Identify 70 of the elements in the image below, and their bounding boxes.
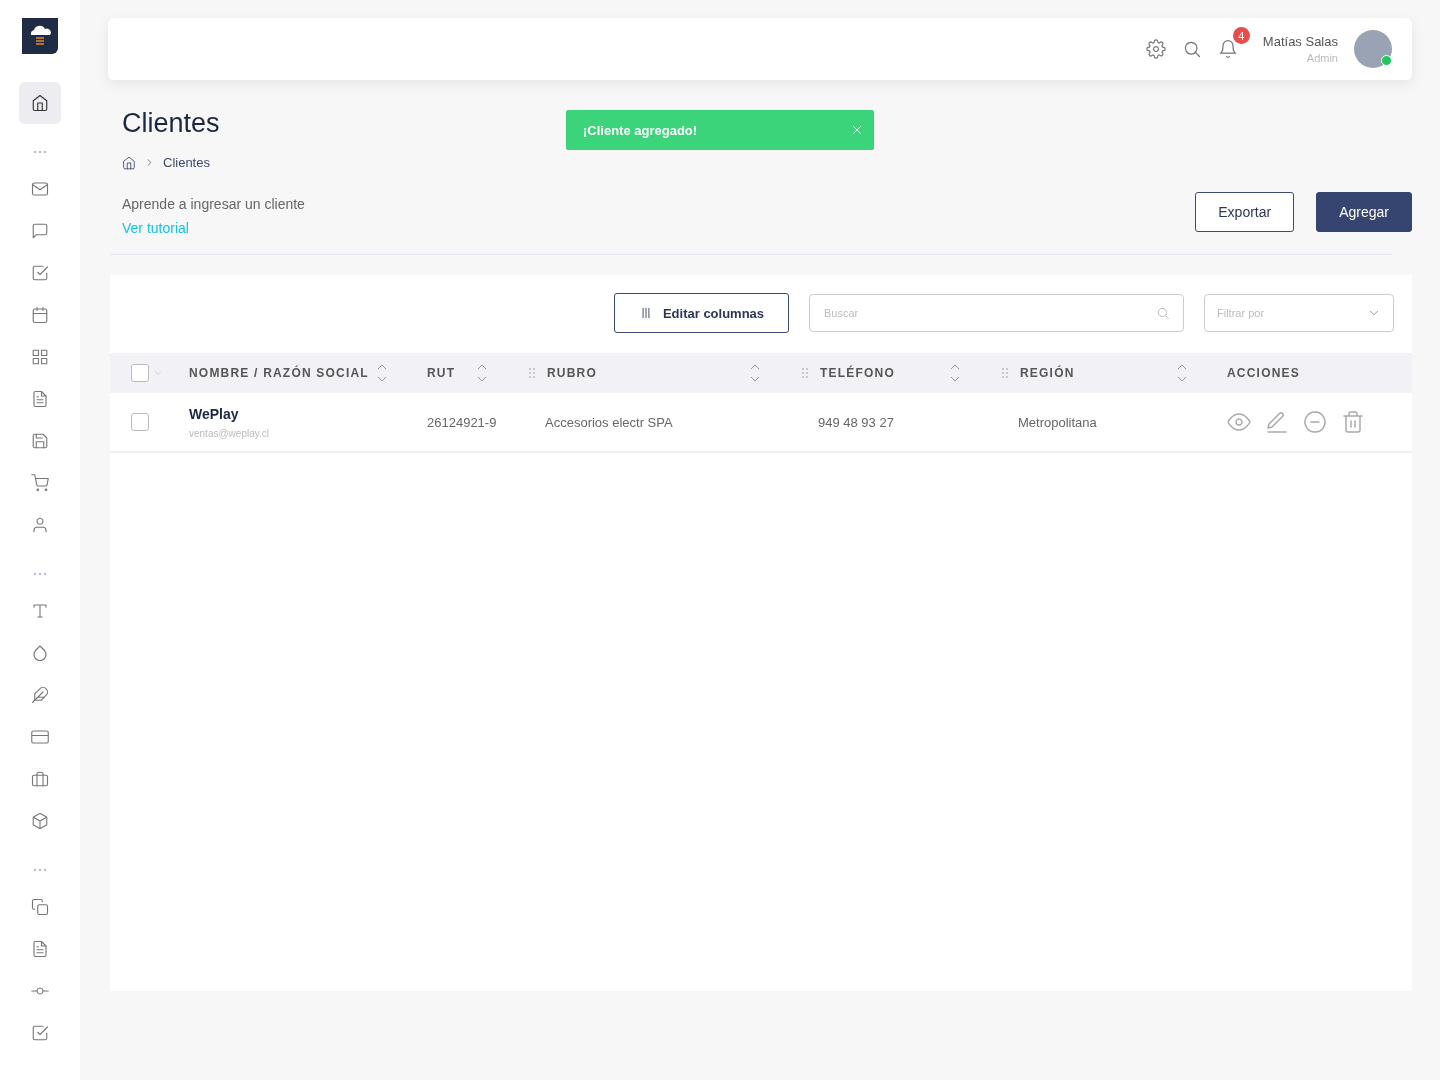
drag-handle-icon[interactable]	[1002, 367, 1008, 379]
close-button[interactable]	[850, 123, 864, 137]
sort-icon[interactable]	[477, 364, 487, 382]
edit-button[interactable]	[1265, 410, 1289, 434]
drag-handle-icon[interactable]	[802, 367, 808, 379]
edit-columns-button[interactable]: Editar columnas	[614, 293, 789, 333]
table-cell: 949 48 93 27	[818, 415, 894, 430]
briefcase-icon	[31, 770, 49, 788]
user-name: Matías Salas	[1262, 34, 1338, 49]
add-button[interactable]: Agregar	[1316, 192, 1412, 232]
calendar-icon	[31, 306, 49, 324]
more-dots-icon	[33, 150, 47, 154]
text-icon	[31, 602, 49, 620]
column-header[interactable]: REGIÓN	[1000, 364, 1187, 382]
notification-badge: 4	[1232, 27, 1250, 44]
user-role: Admin	[1306, 52, 1338, 64]
column-header[interactable]: NOMBRE / RAZÓN SOCIAL	[189, 364, 387, 382]
eye-button[interactable]	[1227, 410, 1251, 434]
checkbox[interactable]	[131, 364, 149, 382]
breadcrumb-item[interactable]: Clientes	[163, 155, 210, 170]
more-dots-icon	[33, 868, 47, 872]
settings-icon	[1145, 39, 1166, 59]
table-cell: 26124921-9	[427, 415, 497, 430]
toast-message: ¡Cliente agregado!	[583, 122, 698, 138]
column-header[interactable]: TELÉFONO	[800, 364, 960, 382]
export-button[interactable]: Exportar	[1195, 192, 1295, 232]
column-header[interactable]: RUBRO	[527, 364, 760, 382]
sort-icon[interactable]	[950, 364, 960, 382]
document-icon	[31, 940, 49, 958]
grid-icon	[31, 348, 49, 366]
chat-icon	[31, 222, 49, 240]
copy-icon	[31, 898, 49, 916]
sort-icon[interactable]	[1177, 364, 1187, 382]
drag-handle-icon[interactable]	[529, 367, 535, 379]
trash-icon	[1341, 410, 1365, 434]
home-icon[interactable]	[122, 155, 136, 170]
sidebar-item[interactable]	[19, 82, 61, 124]
more-dots-icon	[33, 572, 47, 576]
avatar[interactable]	[1354, 30, 1392, 68]
checkbox[interactable]	[131, 413, 149, 431]
checkbox-icon	[31, 264, 49, 282]
minus-circle-button[interactable]	[1303, 410, 1327, 434]
sort-icon[interactable]	[377, 364, 387, 382]
trash-button[interactable]	[1341, 410, 1365, 434]
bell-icon	[1217, 39, 1238, 59]
search-icon	[1156, 306, 1170, 320]
cube-icon	[31, 812, 49, 830]
table-cell: Accesorios electr SPA	[545, 415, 673, 430]
edit-icon	[1265, 410, 1289, 434]
column-header[interactable]: ACCIONES	[1227, 366, 1372, 380]
mail-icon	[31, 180, 49, 198]
sort-icon[interactable]	[750, 364, 760, 382]
client-name: WePlay	[189, 405, 240, 422]
close-icon	[850, 123, 864, 137]
user-icon	[31, 516, 49, 534]
cart-icon	[31, 474, 49, 492]
checkbox-icon	[31, 1024, 49, 1042]
hint-text: Aprende a ingresar un cliente	[122, 196, 305, 212]
client-email: ventas@weplay.cl	[189, 427, 270, 439]
column-header[interactable]: RUT	[427, 364, 487, 382]
droplet-icon	[31, 644, 49, 662]
page-title: Clientes	[122, 108, 221, 139]
eye-icon	[1227, 410, 1251, 434]
home-icon	[31, 94, 49, 112]
cloud-logo-icon[interactable]	[22, 18, 58, 54]
document-icon	[31, 390, 49, 408]
feather-icon	[31, 686, 49, 704]
table-cell: Metropolitana	[1018, 415, 1097, 430]
search-field[interactable]: Buscar	[809, 294, 1184, 332]
credit-card-icon	[31, 728, 49, 746]
